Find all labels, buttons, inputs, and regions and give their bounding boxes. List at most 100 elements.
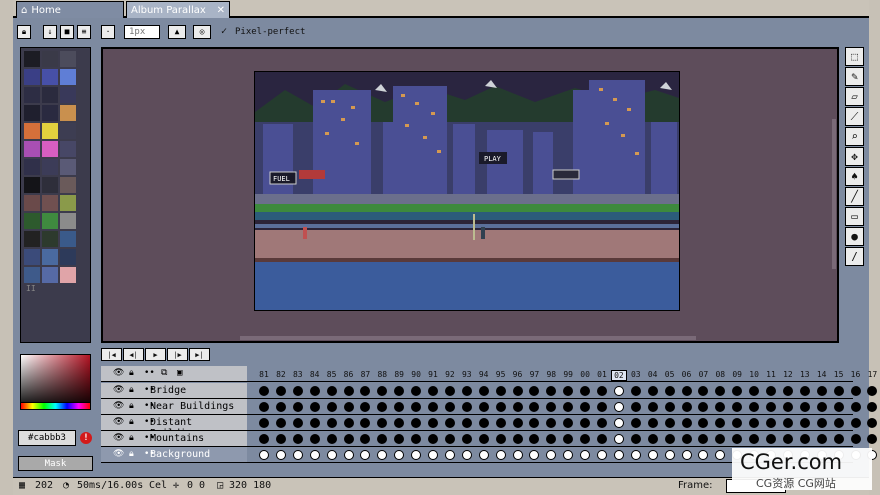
cel[interactable] [478,450,489,460]
cel[interactable] [563,450,574,460]
cel[interactable] [292,434,303,444]
cel[interactable] [647,434,658,444]
cel[interactable] [275,402,286,412]
rectangle-icon[interactable]: ▭ [845,207,864,226]
cel[interactable] [495,402,506,412]
cel[interactable] [698,386,709,396]
palette-swatch[interactable] [42,69,58,85]
cel[interactable] [360,434,371,444]
cel[interactable] [259,450,269,460]
cel[interactable] [444,402,455,412]
cel[interactable] [749,386,760,396]
layer-header[interactable]: 👁︎🔒︎••Distant Buildings [101,415,247,439]
cel[interactable] [850,418,861,428]
cel[interactable] [799,402,810,412]
cel[interactable] [394,418,405,428]
prev-frame-icon[interactable]: ◀| [123,348,144,361]
cel[interactable] [343,402,354,412]
cel[interactable] [613,402,624,412]
palette-swatch[interactable] [24,51,40,67]
check-icon[interactable]: ✓ [221,26,227,37]
palette-swatch[interactable] [24,267,40,283]
frame-number[interactable]: 96 [510,370,526,379]
frame-number[interactable]: 82 [273,370,289,379]
palette-swatch[interactable] [24,87,40,103]
cel[interactable] [394,450,405,460]
cel[interactable] [681,386,692,396]
cel[interactable] [326,450,337,460]
frame-number[interactable]: 17 [864,370,880,379]
cel[interactable] [326,434,337,444]
frame-icon[interactable]: ▣ [177,368,182,378]
cel[interactable] [664,418,675,428]
cel[interactable] [377,402,388,412]
frame-number[interactable]: 12 [780,370,796,379]
menu-icon[interactable]: ≡ [77,25,91,39]
cel[interactable] [326,402,337,412]
dot-brush-icon[interactable]: · [101,25,115,39]
frame-number[interactable]: 94 [476,370,492,379]
layer-row[interactable]: 👁︎🔒︎••Distant Buildings [101,415,878,439]
cel[interactable] [749,434,760,444]
cel[interactable] [732,434,743,444]
cel[interactable] [850,402,861,412]
sprite-canvas[interactable]: FUEL PLAY [254,71,680,311]
cel[interactable] [867,434,878,444]
cel[interactable] [681,402,692,412]
cel[interactable] [546,402,557,412]
line-icon[interactable]: ╱ [845,187,864,206]
frame-number[interactable]: 99 [560,370,576,379]
cel[interactable] [444,418,455,428]
cel[interactable] [512,434,523,444]
eye-icon[interactable]: 👁︎ [113,368,124,378]
palette-swatch[interactable] [42,123,58,139]
cel[interactable] [529,450,540,460]
cel[interactable] [597,450,607,460]
cel[interactable] [698,434,709,444]
cel[interactable] [343,434,354,444]
cel[interactable] [444,450,455,460]
lock-icon[interactable]: 🔒︎ [129,449,134,459]
rect-select-icon[interactable]: ⬚ [845,47,864,66]
cel[interactable] [782,386,793,396]
cel[interactable] [411,386,422,396]
cel[interactable] [377,434,388,444]
cel[interactable] [478,402,489,412]
cel[interactable] [546,418,557,428]
cel[interactable] [850,386,861,396]
cel[interactable] [563,418,574,428]
next-frame-icon[interactable]: |▶ [167,348,188,361]
eye-icon[interactable]: 👁︎ [113,433,124,443]
cel[interactable] [799,434,810,444]
cel[interactable] [394,386,405,396]
frame-number[interactable]: 95 [493,370,509,379]
cel[interactable] [867,386,878,396]
layer-row[interactable]: 👁︎ 🔒︎ •• Near Buildings [101,399,878,415]
cel[interactable] [309,402,320,412]
cel[interactable] [597,418,607,428]
eraser-icon[interactable]: ▱ [845,87,864,106]
cel[interactable] [816,402,827,412]
palette-swatch[interactable] [60,177,76,193]
cel[interactable] [782,418,793,428]
frame-number[interactable]: 89 [391,370,407,379]
cel[interactable] [850,434,861,444]
cel[interactable] [698,450,709,460]
mask-button[interactable]: Mask [18,456,93,471]
cel[interactable] [259,386,269,396]
square-icon[interactable]: ■ [60,25,74,39]
cel[interactable] [529,434,540,444]
cel[interactable] [275,450,286,460]
cel[interactable] [799,386,810,396]
palette-swatch[interactable] [60,231,76,247]
frame-number[interactable]: 04 [645,370,661,379]
frame-number[interactable]: 06 [679,370,695,379]
pixel-perfect-icon[interactable]: ◎ [193,25,211,39]
cel[interactable] [546,434,557,444]
cel[interactable] [360,418,371,428]
cel[interactable] [360,386,371,396]
cel[interactable] [495,418,506,428]
cel[interactable] [681,434,692,444]
frame-number[interactable]: 13 [797,370,813,379]
palette-swatch[interactable] [42,213,58,229]
